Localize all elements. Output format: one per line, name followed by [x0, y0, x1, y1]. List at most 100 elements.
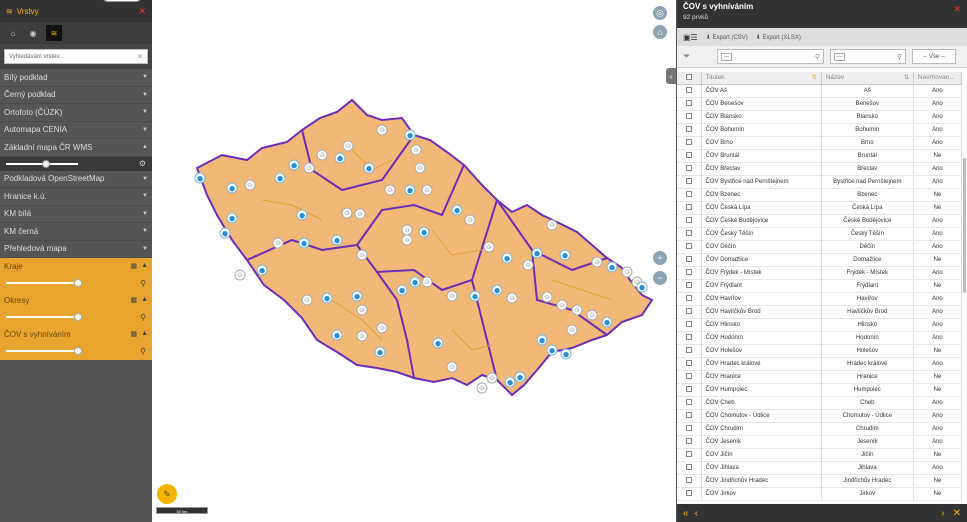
table-row[interactable]: ČOV Brno Brno Ano — [677, 136, 963, 150]
slider-knob[interactable] — [42, 159, 50, 168]
recycle-marker-icon[interactable]: ♲ — [401, 234, 413, 246]
table-row[interactable]: ČOV Hodonín Hodonín Ano — [677, 331, 963, 345]
recycle-marker-icon[interactable]: ♲ — [356, 304, 368, 316]
row-checkbox[interactable] — [677, 331, 702, 345]
row-checkbox[interactable] — [677, 188, 702, 202]
table-row[interactable]: ČOV Jindřichův Hradec Jindřichův Hradec … — [677, 474, 963, 488]
recycle-marker-icon[interactable]: ♲ — [421, 184, 433, 196]
water-drop-marker-icon[interactable]: ● — [559, 249, 571, 261]
search-icon[interactable]: ⚲ — [140, 279, 146, 288]
water-drop-marker-icon[interactable]: ● — [321, 292, 333, 304]
recycle-marker-icon[interactable]: ♲ — [272, 237, 284, 249]
row-checkbox[interactable] — [677, 435, 702, 449]
chevron-down-icon[interactable]: ▼ — [142, 74, 148, 80]
row-checkbox[interactable] — [677, 448, 702, 462]
slider-knob[interactable] — [74, 279, 82, 287]
collapse-panel-icon[interactable]: ‹ — [666, 68, 676, 84]
water-drop-marker-icon[interactable]: ● — [546, 344, 558, 356]
recycle-marker-icon[interactable]: ♲ — [301, 294, 313, 306]
chevron-down-icon[interactable]: ▼ — [142, 92, 148, 98]
water-drop-marker-icon[interactable]: ● — [351, 290, 363, 302]
recycle-marker-icon[interactable]: ♲ — [341, 207, 353, 219]
layer-item[interactable]: Přehledová mapa ▼ — [0, 240, 152, 258]
row-checkbox[interactable] — [677, 344, 702, 358]
water-drop-marker-icon[interactable]: ● — [409, 276, 421, 288]
list-view-icon[interactable]: ▣☰ — [683, 33, 698, 42]
close-icon[interactable]: ✕ — [138, 6, 146, 17]
table-row[interactable]: ČOV Bystřice nad Pernštejnem Bystřice na… — [677, 175, 963, 189]
table-row[interactable]: ČOV Bohumín Bohumín Ano — [677, 123, 963, 137]
filter-operator[interactable]: — — [721, 52, 732, 61]
water-drop-marker-icon[interactable]: ● — [296, 209, 308, 221]
table-row[interactable]: ČOV Bruntál Bruntál Ne — [677, 149, 963, 163]
water-drop-marker-icon[interactable]: ● — [531, 247, 543, 259]
export-xlsx-button[interactable]: ⬇ Export (XLSX) — [756, 34, 801, 41]
layer-item[interactable]: Ortofoto (ČÚZK) ▼ — [0, 104, 152, 122]
row-checkbox[interactable] — [677, 149, 702, 163]
recycle-marker-icon[interactable]: ♲ — [384, 184, 396, 196]
chevron-down-icon[interactable]: ▼ — [142, 246, 148, 252]
table-row[interactable]: ČOV Česká Lípa Česká Lípa Ne — [677, 201, 963, 215]
table-row[interactable]: ČOV České Budějovice České Budějovice An… — [677, 214, 963, 228]
table-row[interactable]: ČOV Domažlice Domažlice Ne — [677, 253, 963, 267]
water-drop-marker-icon[interactable]: ● — [514, 371, 526, 383]
water-drop-marker-icon[interactable]: ● — [288, 159, 300, 171]
recycle-marker-icon[interactable]: ♲ — [546, 219, 558, 231]
table-row[interactable]: ČOV Frýdlant Frýdlant Ne — [677, 279, 963, 293]
water-drop-marker-icon[interactable]: ● — [331, 234, 343, 246]
table-row[interactable]: ČOV Cheb Cheb Ano — [677, 396, 963, 410]
water-drop-marker-icon[interactable]: ● — [298, 237, 310, 249]
row-checkbox[interactable] — [677, 266, 702, 280]
water-drop-marker-icon[interactable]: ● — [374, 346, 386, 358]
eye-icon[interactable]: ◉ — [26, 26, 40, 40]
recycle-marker-icon[interactable]: ♲ — [354, 208, 366, 220]
water-drop-marker-icon[interactable]: ● — [226, 212, 238, 224]
recycle-marker-icon[interactable]: ♲ — [486, 372, 498, 384]
water-drop-marker-icon[interactable]: ● — [219, 227, 231, 239]
recycle-marker-icon[interactable]: ♲ — [342, 140, 354, 152]
close-icon[interactable]: ✕ — [953, 4, 961, 15]
water-drop-marker-icon[interactable]: ● — [504, 376, 516, 388]
recycle-marker-icon[interactable]: ♲ — [376, 124, 388, 136]
chevron-up-icon[interactable]: ▲ — [141, 330, 148, 338]
table-row[interactable]: ČOV Jeseník Jeseník Ano — [677, 435, 963, 449]
overlay-layer-item[interactable]: Okresy ▦ ▲ ⚲ — [0, 292, 152, 326]
row-checkbox[interactable] — [677, 201, 702, 215]
table-icon[interactable]: ▦ — [130, 330, 137, 338]
row-checkbox[interactable] — [677, 318, 702, 332]
water-drop-marker-icon[interactable]: ● — [404, 184, 416, 196]
row-checkbox[interactable] — [677, 305, 702, 319]
recycle-marker-icon[interactable]: ♲ — [376, 322, 388, 334]
recycle-marker-icon[interactable]: ♲ — [591, 256, 603, 268]
chevron-up-icon[interactable]: ▲ — [141, 296, 148, 304]
select-all-checkbox[interactable] — [677, 72, 702, 85]
table-row[interactable]: ČOV Chrudim Chrudim Ano — [677, 422, 963, 436]
stack-icon[interactable]: ≋ — [46, 25, 62, 41]
water-drop-marker-icon[interactable]: ● — [331, 329, 343, 341]
table-row[interactable]: ČOV Děčín Děčín Ano — [677, 240, 963, 254]
layer-item[interactable]: Bílý podklad ▼ — [0, 69, 152, 87]
row-checkbox[interactable] — [677, 110, 702, 124]
filter-operator[interactable]: — — [834, 52, 845, 61]
recycle-marker-icon[interactable]: ♲ — [410, 144, 422, 156]
table-icon[interactable]: ▦ — [130, 296, 137, 304]
row-checkbox[interactable] — [677, 123, 702, 137]
row-checkbox[interactable] — [677, 370, 702, 384]
name-filter-input[interactable]: — ⚲ — [830, 49, 906, 64]
table-row[interactable]: ČOV Jičín Jičín Ne — [677, 448, 963, 462]
water-drop-marker-icon[interactable]: ● — [451, 204, 463, 216]
water-drop-marker-icon[interactable]: ● — [418, 226, 430, 238]
layer-item[interactable]: Podkladová OpenStreetMap ▼ — [0, 170, 152, 188]
row-checkbox[interactable] — [677, 292, 702, 306]
recycle-marker-icon[interactable]: ♲ — [244, 179, 256, 191]
vertical-scrollbar[interactable] — [963, 158, 966, 293]
recycle-marker-icon[interactable]: ♲ — [356, 330, 368, 342]
search-icon[interactable]: ⚲ — [140, 313, 146, 322]
recycle-marker-icon[interactable]: ♲ — [476, 382, 488, 394]
row-checkbox[interactable] — [677, 214, 702, 228]
water-drop-marker-icon[interactable]: ● — [469, 290, 481, 302]
table-row[interactable]: ČOV Humpolec Humpolec Ne — [677, 383, 963, 397]
chevron-down-icon[interactable]: ▼ — [142, 127, 148, 133]
row-checkbox[interactable] — [677, 487, 702, 501]
table-row[interactable]: ČOV Bzenec Bzenec Ne — [677, 188, 963, 202]
